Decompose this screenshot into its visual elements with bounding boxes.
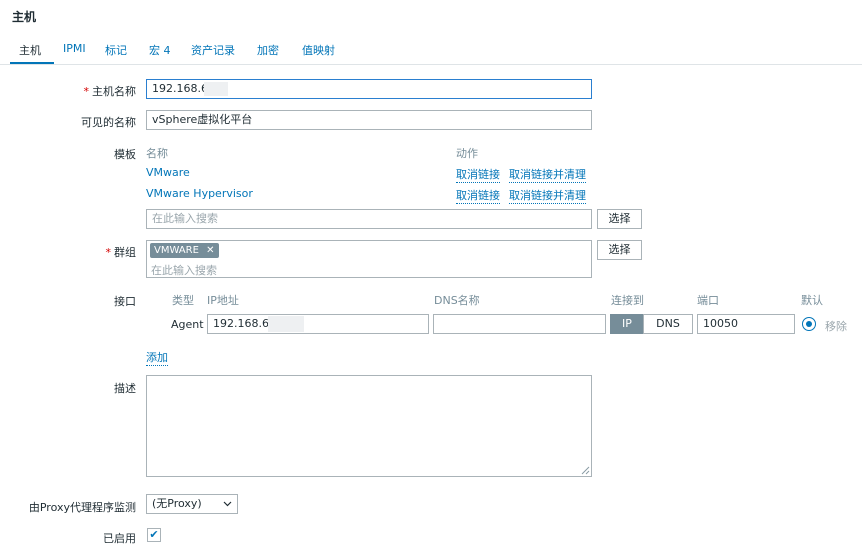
checkmark-icon: ✔ (149, 528, 159, 541)
visible-name-label: 可见的名称 (81, 116, 136, 129)
visible-name-input[interactable]: vSphere虚拟化平台 (146, 110, 592, 130)
page-title: 主机 (12, 10, 37, 24)
tab-value-mapping[interactable]: 值映射 (302, 42, 335, 58)
redaction-blur (268, 316, 304, 332)
default-interface-radio[interactable] (802, 317, 816, 331)
connect-to-ip-toggle[interactable]: IP (610, 314, 644, 334)
tab-bar: 主机 IPMI 标记 宏 4 资产记录 加密 值映射 (0, 42, 862, 64)
interfaces-col-ip: IP地址 (207, 294, 239, 307)
proxy-label: 由Proxy代理程序监测 (28, 501, 136, 514)
group-select-button[interactable]: 选择 (597, 240, 642, 260)
groups-label: * 群组 (105, 246, 137, 259)
required-asterisk: * (105, 246, 112, 259)
description-label: 描述 (114, 382, 136, 395)
resize-handle-icon[interactable] (581, 466, 590, 475)
connect-to-dns-toggle[interactable]: DNS (643, 314, 693, 334)
proxy-select[interactable]: (无Proxy) (146, 494, 238, 514)
tab-macros[interactable]: 宏 4 (149, 42, 171, 58)
template-select-button[interactable]: 选择 (597, 209, 642, 229)
unlink-button[interactable]: 取消链接 (456, 187, 500, 204)
redaction-blur (204, 82, 228, 96)
enabled-label: 已启用 (103, 532, 136, 545)
template-search-input[interactable]: 在此输入搜索 (146, 209, 592, 229)
add-interface-button[interactable]: 添加 (146, 349, 168, 366)
enabled-checkbox[interactable]: ✔ (147, 528, 161, 542)
template-link-vmware-hypervisor[interactable]: VMware Hypervisor (146, 187, 253, 200)
interface-dns-input[interactable] (433, 314, 606, 334)
tab-divider (0, 64, 862, 65)
interfaces-col-type: 类型 (172, 294, 194, 307)
template-link-vmware[interactable]: VMware (146, 166, 190, 179)
interfaces-label: 接口 (114, 295, 136, 308)
interfaces-col-default: 默认 (801, 294, 823, 307)
hostname-label: * 主机名称 (83, 85, 137, 98)
group-search-input[interactable]: 在此输入搜索 (151, 262, 217, 278)
remove-interface-button[interactable]: 移除 (825, 318, 847, 334)
description-textarea[interactable] (146, 375, 592, 477)
interface-port-input[interactable]: 10050 (697, 314, 795, 334)
close-icon[interactable]: ✕ (206, 245, 214, 256)
templates-label: 模板 (114, 148, 136, 161)
tab-tags[interactable]: 标记 (105, 42, 127, 58)
tab-host[interactable]: 主机 (19, 42, 41, 58)
interface-type: Agent (171, 318, 204, 331)
group-tag: VMWARE ✕ (150, 243, 219, 258)
interfaces-col-port: 端口 (697, 294, 719, 307)
interfaces-col-connect: 连接到 (611, 294, 644, 307)
interfaces-col-dns: DNS名称 (434, 294, 480, 307)
required-asterisk: * (83, 85, 90, 98)
chevron-down-icon (223, 501, 232, 507)
unlink-and-clear-button[interactable]: 取消链接并清理 (509, 166, 586, 183)
tab-ipmi[interactable]: IPMI (63, 42, 86, 55)
unlink-and-clear-button[interactable]: 取消链接并清理 (509, 187, 586, 204)
templates-col-name: 名称 (146, 147, 168, 160)
unlink-button[interactable]: 取消链接 (456, 166, 500, 183)
tab-inventory[interactable]: 资产记录 (191, 42, 235, 58)
interface-ip-input[interactable]: 192.168.6 (207, 314, 429, 334)
templates-col-action: 动作 (456, 147, 478, 160)
tab-encryption[interactable]: 加密 (257, 42, 279, 58)
